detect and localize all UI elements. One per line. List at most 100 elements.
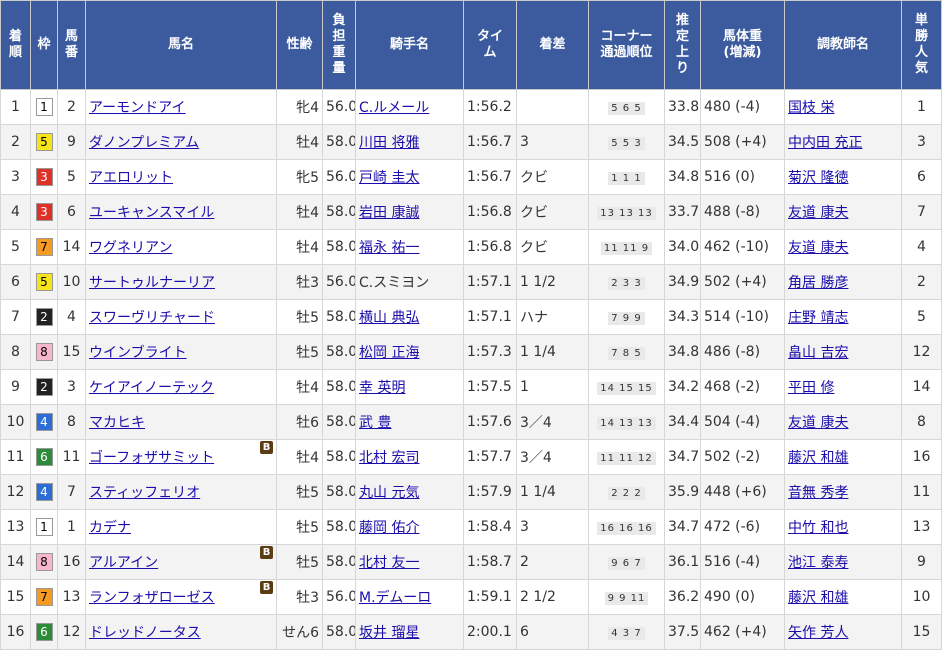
weight-cell: 58.0 — [322, 439, 356, 475]
trainer-cell: 友道 康夫 — [784, 229, 902, 265]
trainer-link[interactable]: 中竹 和也 — [788, 520, 848, 536]
jockey-link[interactable]: 丸山 元気 — [359, 485, 419, 501]
time-cell: 1:58.4 — [463, 509, 517, 545]
time-cell: 1:56.7 — [463, 124, 517, 160]
header-weight[interactable]: 負 担 重 量 — [322, 0, 356, 90]
weight-cell: 58.0 — [322, 194, 356, 230]
trainer-link[interactable]: 池江 泰寿 — [788, 555, 848, 571]
header-last3f[interactable]: 推 定 上 り — [664, 0, 701, 90]
margin-cell: 1 1/4 — [516, 334, 589, 370]
header-rank[interactable]: 着 順 — [0, 0, 31, 90]
jockey-name: C.スミヨン — [359, 275, 430, 291]
corner-cell: 11 11 12 — [588, 439, 665, 475]
rank-cell: 5 — [0, 229, 31, 265]
rank-cell: 16 — [0, 614, 31, 650]
horse-name-link[interactable]: スワーヴリチャード — [89, 310, 215, 326]
jockey-link[interactable]: 川田 将雅 — [359, 135, 419, 151]
rank-cell: 7 — [0, 299, 31, 335]
last3f-cell: 34.7 — [664, 439, 701, 475]
trainer-link[interactable]: 友道 康夫 — [788, 205, 848, 221]
trainer-link[interactable]: 菊沢 隆徳 — [788, 170, 848, 186]
popularity-cell: 1 — [901, 89, 942, 125]
trainer-link[interactable]: 藤沢 和雄 — [788, 450, 848, 466]
header-corner[interactable]: コーナー 通過順位 — [588, 0, 665, 90]
trainer-link[interactable]: 平田 修 — [788, 380, 834, 396]
jockey-link[interactable]: 戸崎 圭太 — [359, 170, 419, 186]
trainer-link[interactable]: 藤沢 和雄 — [788, 590, 848, 606]
header-horse-name[interactable]: 馬名 — [85, 0, 277, 90]
jockey-link[interactable]: 藤岡 佑介 — [359, 520, 419, 536]
jockey-link[interactable]: 横山 典弘 — [359, 310, 419, 326]
horse-name-link[interactable]: アーモンドアイ — [89, 100, 185, 116]
last3f-cell: 34.5 — [664, 124, 701, 160]
jockey-link[interactable]: 北村 宏司 — [359, 450, 419, 466]
sex-age-cell: 牡3 — [276, 264, 323, 300]
horse-name-link[interactable]: ケイアイノーテック — [89, 380, 214, 396]
header-margin[interactable]: 着差 — [516, 0, 589, 90]
trainer-link[interactable]: 友道 康夫 — [788, 240, 848, 256]
horse-name-link[interactable]: アルアイン — [89, 555, 158, 571]
header-jockey[interactable]: 騎手名 — [355, 0, 464, 90]
umaban-cell: 5 — [57, 159, 86, 195]
horse-name-link[interactable]: ダノンプレミアム — [89, 135, 199, 151]
header-time[interactable]: タイ ム — [463, 0, 517, 90]
horse-name-cell: アーモンドアイ — [85, 89, 277, 125]
margin-cell: クビ — [516, 194, 589, 230]
corner-cell: 2 3 3 — [588, 264, 665, 300]
trainer-cell: 菊沢 隆徳 — [784, 159, 902, 195]
corner-cell: 13 13 13 — [588, 194, 665, 230]
umaban-cell: 15 — [57, 334, 86, 370]
horse-name-link[interactable]: ゴーフォザサミット — [89, 450, 214, 466]
jockey-link[interactable]: 岩田 康誠 — [359, 205, 419, 221]
popularity-cell: 15 — [901, 614, 942, 650]
horse-name-link[interactable]: ドレッドノータス — [89, 625, 201, 641]
trainer-cell: 庄野 靖志 — [784, 299, 902, 335]
trainer-link[interactable]: 音無 秀孝 — [788, 485, 848, 501]
header-trainer[interactable]: 調教師名 — [784, 0, 902, 90]
trainer-link[interactable]: 中内田 充正 — [788, 135, 862, 151]
last3f-cell: 34.7 — [664, 509, 701, 545]
horse-name-link[interactable]: スティッフェリオ — [89, 485, 200, 501]
body-weight-cell: 514 (-10) — [700, 299, 785, 335]
corner-cell: 4 3 7 — [588, 614, 665, 650]
sex-age-cell: 牡5 — [276, 299, 323, 335]
weight-cell: 58.0 — [322, 404, 356, 440]
waku-badge: 3 — [35, 203, 53, 221]
horse-name-link[interactable]: マカヒキ — [89, 415, 145, 431]
jockey-link[interactable]: 武 豊 — [359, 415, 391, 431]
header-body-weight[interactable]: 馬体重 (増減) — [700, 0, 785, 90]
horse-name-link[interactable]: ランフォザローゼス — [89, 590, 215, 606]
umaban-cell: 9 — [57, 124, 86, 160]
jockey-link[interactable]: 松岡 正海 — [359, 345, 419, 361]
horse-name-link[interactable]: サートゥルナーリア — [89, 275, 215, 291]
trainer-link[interactable]: 角居 勝彦 — [788, 275, 848, 291]
header-sex-age[interactable]: 性齢 — [276, 0, 323, 90]
header-umaban[interactable]: 馬 番 — [57, 0, 86, 90]
jockey-link[interactable]: 北村 友一 — [359, 555, 419, 571]
header-popularity[interactable]: 単 勝 人 気 — [901, 0, 942, 90]
trainer-link[interactable]: 矢作 芳人 — [788, 625, 848, 641]
margin-cell: 1 — [516, 369, 589, 405]
popularity-cell: 16 — [901, 439, 942, 475]
body-weight-cell: 508 (+4) — [700, 124, 785, 160]
jockey-link[interactable]: 幸 英明 — [359, 380, 405, 396]
header-waku[interactable]: 枠 — [30, 0, 58, 90]
jockey-cell: 松岡 正海 — [355, 334, 464, 370]
waku-cell: 8 — [30, 334, 58, 370]
horse-name-link[interactable]: ワグネリアン — [89, 240, 172, 256]
horse-name-link[interactable]: ユーキャンスマイル — [89, 205, 214, 221]
jockey-link[interactable]: C.ルメール — [359, 100, 429, 116]
horse-name-link[interactable]: ウインブライト — [89, 345, 187, 361]
jockey-link[interactable]: 福永 祐一 — [359, 240, 419, 256]
trainer-link[interactable]: 国枝 栄 — [788, 100, 834, 116]
horse-name-link[interactable]: アエロリット — [89, 170, 173, 186]
jockey-link[interactable]: M.デムーロ — [359, 590, 431, 606]
waku-badge: 8 — [35, 343, 53, 361]
trainer-link[interactable]: 畠山 吉宏 — [788, 345, 848, 361]
jockey-link[interactable]: 坂井 瑠星 — [359, 625, 419, 641]
horse-name-link[interactable]: カデナ — [89, 520, 131, 536]
horse-name-cell: アエロリット — [85, 159, 277, 195]
trainer-link[interactable]: 友道 康夫 — [788, 415, 848, 431]
trainer-link[interactable]: 庄野 靖志 — [788, 310, 848, 326]
sex-age-cell: 牡5 — [276, 509, 323, 545]
